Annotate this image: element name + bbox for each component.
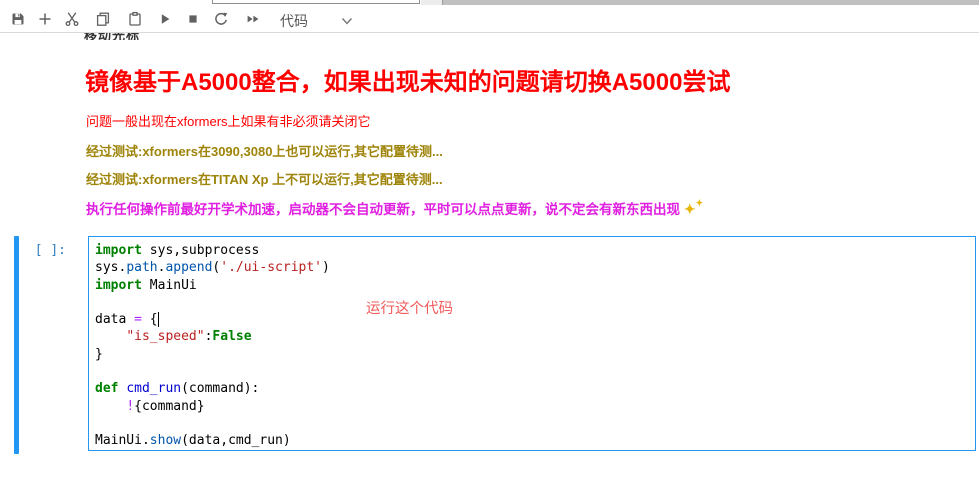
clipped-scrolled-text: 移动光标 xyxy=(84,33,140,40)
restart-kernel-icon[interactable] xyxy=(213,11,229,27)
code-line[interactable]: !{command} xyxy=(95,398,969,415)
code-line[interactable] xyxy=(95,363,969,380)
cell-type-dropdown[interactable]: 代码 xyxy=(280,11,308,31)
copy-cells-icon[interactable] xyxy=(95,11,111,27)
notebook-window: 代码 移动光标 镜像基于A5000整合，如果出现未知的问题请切换A5000尝试 … xyxy=(0,0,979,479)
paste-cells-icon[interactable] xyxy=(127,11,143,27)
restart-run-all-icon[interactable] xyxy=(245,11,261,27)
code-line[interactable]: } xyxy=(95,346,969,363)
code-line[interactable]: "is_speed":False xyxy=(95,328,969,345)
add-cell-icon[interactable] xyxy=(37,11,53,27)
code-editor[interactable]: import sys,subprocesssys.path.append('./… xyxy=(88,236,976,451)
run-cell-icon[interactable] xyxy=(157,11,173,27)
md-heading: 镜像基于A5000整合，如果出现未知的问题请切换A5000尝试 xyxy=(85,62,730,97)
cut-cells-icon[interactable] xyxy=(64,11,80,27)
code-line[interactable]: MainUi.show(data,cmd_run) xyxy=(95,432,969,449)
selected-cell-indicator[interactable] xyxy=(14,236,19,454)
md-note-3090: 经过测试:xformers在3090,3080上也可以运行,其它配置待测... xyxy=(86,141,443,160)
code-line[interactable] xyxy=(95,294,969,311)
code-line[interactable]: sys.path.append('./ui-script') xyxy=(95,259,969,276)
code-line[interactable]: import sys,subprocess xyxy=(95,242,969,259)
code-line[interactable]: def cmd_run(command): xyxy=(95,380,969,397)
md-note-titan: 经过测试:xformers在TITAN Xp 上不可以运行,其它配置待测... xyxy=(86,169,443,188)
run-this-code-annotation: 运行这个代码 xyxy=(366,297,453,318)
md-note-xformers: 问题一般出现在xformers上如果有非必须请关闭它 xyxy=(86,111,371,130)
code-line[interactable]: import MainUi xyxy=(95,277,969,294)
stop-kernel-icon[interactable] xyxy=(185,11,201,27)
save-icon[interactable] xyxy=(10,11,26,27)
active-file-tab[interactable] xyxy=(212,0,420,4)
chevron-down-icon[interactable] xyxy=(340,14,354,26)
sparkle-icon: ✦✦ xyxy=(680,201,703,217)
code-content[interactable]: import sys,subprocesssys.path.append('./… xyxy=(95,242,969,450)
notebook-toolbar: 代码 xyxy=(0,5,979,33)
md-note-update: 执行任何操作前最好开学术加速，启动器不会自动更新，平时可以点点更新，说不定会有新… xyxy=(86,198,703,218)
code-line[interactable] xyxy=(95,415,969,432)
input-prompt: [ ]: xyxy=(0,243,66,258)
code-line[interactable]: data = { xyxy=(95,311,969,328)
